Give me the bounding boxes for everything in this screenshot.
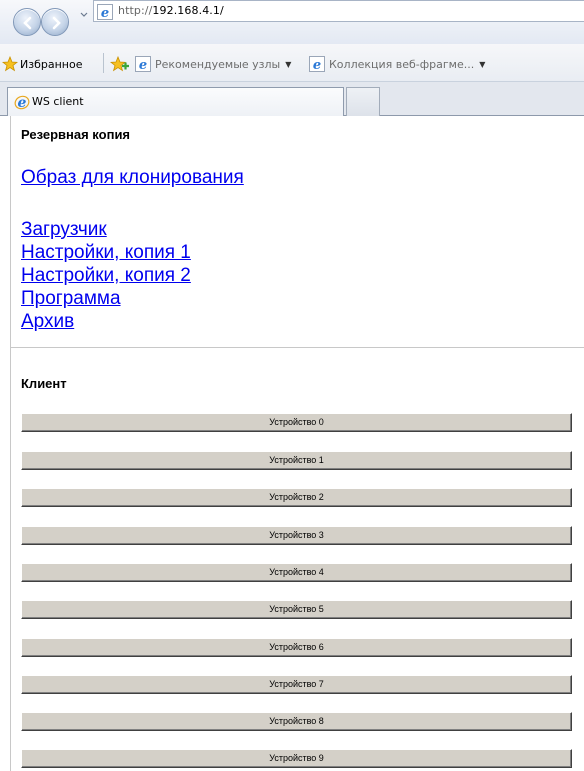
device-5-button[interactable]: Устройство 5	[21, 600, 572, 619]
clone-image-link[interactable]: Образ для клонирования	[21, 166, 244, 189]
address-bar[interactable]: e http://192.168.4.1/	[93, 0, 584, 22]
ie-logo-icon: e	[309, 56, 325, 72]
new-tab-button[interactable]	[346, 87, 380, 116]
ie-logo-icon: e	[135, 56, 151, 72]
tab-ws-client[interactable]: e WS client	[7, 87, 344, 116]
suggested-sites-label: Рекомендуемые узлы	[155, 57, 281, 71]
divider	[11, 347, 584, 348]
history-dropdown-icon[interactable]	[80, 10, 88, 20]
program-link[interactable]: Программа	[21, 287, 191, 310]
device-0-button[interactable]: Устройство 0	[21, 413, 572, 432]
archive-link[interactable]: Архив	[21, 310, 191, 333]
back-arrow-icon	[23, 16, 32, 30]
backup-links: Загрузчик Настройки, копия 1 Настройки, …	[21, 218, 191, 333]
star-icon	[2, 56, 18, 72]
device-8-button[interactable]: Устройство 8	[21, 712, 572, 731]
web-slice-gallery-button[interactable]: e Коллекция веб-фрагме... ▼	[309, 55, 485, 73]
favorites-label: Избранное	[20, 57, 83, 71]
chevron-down-icon: ▼	[479, 59, 486, 69]
chevron-down-icon: ▼	[285, 59, 292, 69]
settings-copy-1-link[interactable]: Настройки, копия 1	[21, 241, 191, 264]
svg-text:e: e	[101, 6, 109, 20]
web-slice-gallery-label: Коллекция веб-фрагме...	[329, 57, 475, 71]
device-4-button[interactable]: Устройство 4	[21, 563, 572, 582]
favorites-bar: Избранное e Рекомендуемые узлы ▼ e Колле…	[0, 44, 584, 82]
ie-logo-icon: e	[14, 95, 30, 110]
back-button[interactable]	[13, 8, 41, 36]
forward-button[interactable]	[41, 8, 69, 36]
suggested-sites-button[interactable]: e Рекомендуемые узлы ▼	[135, 55, 291, 73]
add-to-favorites-icon	[110, 56, 129, 72]
tab-strip: e WS client	[0, 82, 584, 116]
browser-chrome: e http://192.168.4.1/ Избранное e Рекоме…	[0, 0, 584, 116]
svg-text:e: e	[18, 95, 27, 110]
svg-text:e: e	[139, 58, 147, 72]
device-7-button[interactable]: Устройство 7	[21, 675, 572, 694]
url-scheme: http://	[118, 4, 153, 17]
url-host: 192.168.4.1/	[152, 4, 224, 17]
device-3-button[interactable]: Устройство 3	[21, 526, 572, 545]
ie-logo-icon: e	[97, 4, 113, 20]
device-6-button[interactable]: Устройство 6	[21, 638, 572, 657]
page-content	[0, 116, 584, 771]
add-to-favorites-button[interactable]	[110, 55, 130, 73]
toolbar-separator	[103, 53, 104, 73]
navigation-bar: e http://192.168.4.1/	[0, 0, 584, 44]
forward-arrow-icon	[52, 16, 61, 30]
url-text: http://192.168.4.1/	[118, 4, 224, 17]
device-2-button[interactable]: Устройство 2	[21, 488, 572, 507]
favorites-button[interactable]: Избранное	[2, 55, 82, 73]
backup-heading: Резервная копия	[21, 127, 131, 142]
svg-text:e: e	[313, 58, 321, 72]
content-left-border	[10, 116, 11, 771]
tab-title: WS client	[32, 95, 84, 108]
client-heading: Клиент	[21, 376, 67, 391]
device-1-button[interactable]: Устройство 1	[21, 451, 572, 470]
settings-copy-2-link[interactable]: Настройки, копия 2	[21, 264, 191, 287]
device-9-button[interactable]: Устройство 9	[21, 749, 572, 768]
bootloader-link[interactable]: Загрузчик	[21, 218, 191, 241]
